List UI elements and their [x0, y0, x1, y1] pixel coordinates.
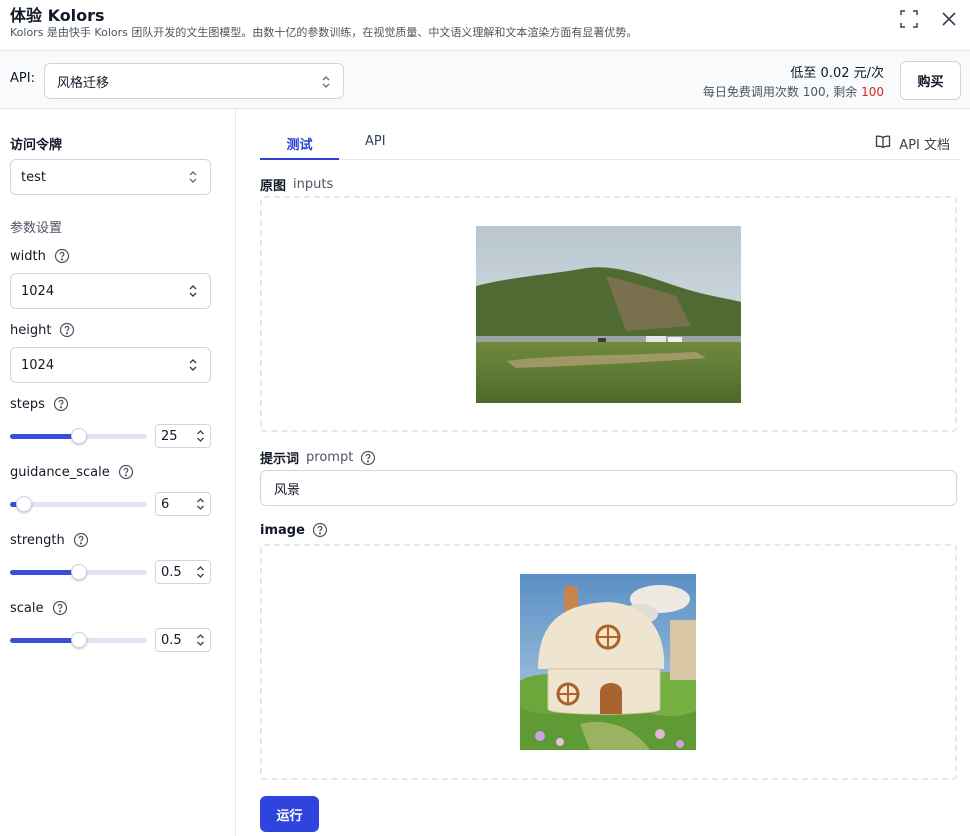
help-icon[interactable] — [59, 322, 75, 338]
strength-label: strength — [10, 532, 89, 548]
help-icon[interactable] — [73, 532, 89, 548]
params-sidebar: 访问令牌 test 参数设置 width 1024 height 1024 st… — [0, 109, 236, 836]
strength-value: 0.5 — [161, 564, 182, 580]
strength-label-text: strength — [10, 532, 65, 548]
stepper-icon[interactable] — [196, 429, 205, 447]
guidance-scale-value: 6 — [161, 496, 170, 512]
stepper-icon[interactable] — [188, 284, 198, 302]
height-label: height — [10, 322, 75, 338]
prompt-value: 风景 — [274, 482, 301, 498]
scale-slider[interactable] — [10, 632, 147, 648]
slider-thumb[interactable] — [16, 496, 32, 512]
guidance-scale-number-input[interactable]: 6 — [155, 492, 211, 516]
api-docs-label: API 文档 — [899, 138, 950, 153]
token-label: 访问令牌 — [10, 138, 63, 153]
slider-fill — [10, 638, 79, 643]
width-label-text: width — [10, 248, 46, 264]
height-label-text: height — [10, 322, 52, 338]
chevron-up-down-icon — [188, 170, 198, 188]
original-image-label: 原图 inputs — [260, 175, 333, 194]
image-label: image — [260, 522, 328, 538]
prompt-input[interactable]: 风景 — [260, 470, 957, 506]
width-label: width — [10, 248, 70, 264]
steps-slider[interactable] — [10, 428, 147, 444]
help-icon[interactable] — [52, 600, 68, 616]
steps-number-input[interactable]: 25 — [155, 424, 211, 448]
help-icon[interactable] — [360, 450, 376, 466]
help-icon[interactable] — [118, 464, 134, 480]
stepper-icon[interactable] — [196, 633, 205, 651]
original-key-text: inputs — [293, 177, 334, 192]
strength-number-input[interactable]: 0.5 — [155, 560, 211, 584]
slider-fill — [10, 434, 79, 439]
quota-text: 每日免费调用次数 100, 剩余 100 — [703, 83, 884, 100]
image-label-text: image — [260, 522, 305, 538]
dialog-header: 体验 Kolors Kolors 是由快手 Kolors 团队开发的文生图模型。… — [0, 0, 970, 46]
style-image-dropzone[interactable] — [260, 544, 957, 780]
close-icon[interactable] — [937, 7, 961, 31]
api-bar: API: 风格迁移 低至 0.02 元/次 每日免费调用次数 100, 剩余 1… — [0, 50, 970, 109]
help-icon[interactable] — [53, 396, 69, 412]
stepper-icon[interactable] — [188, 358, 198, 376]
steps-label-text: steps — [10, 396, 45, 412]
price-text: 低至 0.02 元/次 — [790, 66, 884, 81]
token-select-value: test — [21, 169, 46, 185]
original-label-text: 原图 — [260, 179, 287, 194]
run-button[interactable]: 运行 — [260, 796, 319, 832]
scale-number-input[interactable]: 0.5 — [155, 628, 211, 652]
height-input[interactable]: 1024 — [10, 347, 211, 383]
steps-value: 25 — [161, 428, 178, 444]
dialog-subtitle: Kolors 是由快手 Kolors 团队开发的文生图模型。由数十亿的参数训练，… — [10, 26, 638, 39]
api-select-value: 风格迁移 — [57, 75, 110, 91]
tab-bar: 测试 API API 文档 — [260, 130, 960, 160]
guidance-scale-label: guidance_scale — [10, 464, 134, 480]
help-icon[interactable] — [54, 248, 70, 264]
quota-remaining: 100 — [861, 85, 884, 99]
expand-icon[interactable] — [897, 7, 921, 31]
strength-slider[interactable] — [10, 564, 147, 580]
slider-thumb[interactable] — [71, 428, 87, 444]
height-value: 1024 — [21, 357, 55, 373]
dialog-title: 体验 Kolors — [10, 6, 105, 25]
cottage-illustration — [520, 574, 696, 750]
width-input[interactable]: 1024 — [10, 273, 211, 309]
prompt-label-text: 提示词 — [260, 452, 300, 467]
tab-test[interactable]: 测试 — [260, 134, 339, 160]
tab-api[interactable]: API — [365, 134, 386, 160]
stepper-icon[interactable] — [196, 565, 205, 583]
stepper-icon[interactable] — [196, 497, 205, 515]
api-label: API: — [10, 71, 35, 86]
help-icon[interactable] — [312, 522, 328, 538]
steps-label: steps — [10, 396, 69, 412]
quota-prefix: 每日免费调用次数 100, 剩余 — [702, 85, 862, 99]
width-value: 1024 — [21, 283, 55, 299]
params-section-label: 参数设置 — [10, 221, 63, 236]
slider-thumb[interactable] — [71, 564, 87, 580]
scale-value: 0.5 — [161, 632, 182, 648]
prompt-label: 提示词 prompt — [260, 448, 376, 467]
scale-label-text: scale — [10, 600, 44, 616]
slider-fill — [10, 570, 79, 575]
slider-thumb[interactable] — [71, 632, 87, 648]
book-icon — [875, 135, 891, 153]
api-docs-link[interactable]: API 文档 — [875, 134, 950, 153]
api-select[interactable]: 风格迁移 — [44, 63, 344, 99]
original-image-dropzone[interactable] — [260, 196, 957, 432]
guidance-scale-slider[interactable] — [10, 496, 147, 512]
token-select[interactable]: test — [10, 159, 211, 195]
prompt-key-text: prompt — [306, 450, 354, 465]
main-panel: 测试 API API 文档 原图 inputs 提示词 prompt 风景 im… — [237, 109, 970, 836]
guidance-scale-label-text: guidance_scale — [10, 464, 110, 480]
chevron-up-down-icon — [321, 75, 331, 93]
buy-button[interactable]: 购买 — [900, 61, 961, 100]
scale-label: scale — [10, 600, 68, 616]
landscape-photo — [476, 226, 741, 403]
